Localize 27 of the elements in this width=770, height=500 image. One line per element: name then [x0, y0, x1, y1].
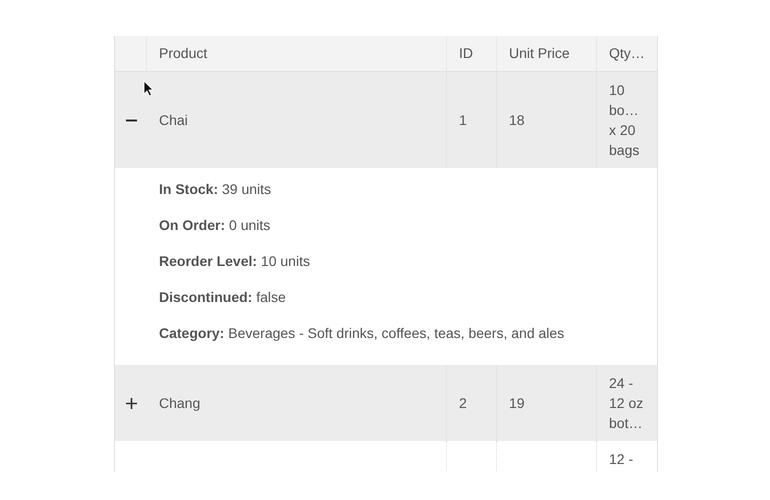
table-cell-text: bags: [609, 141, 640, 160]
table-cell-text: 18: [509, 110, 525, 130]
table-cell-text: 12 oz: [609, 394, 644, 413]
detail-line: Category: Beverages - Soft drinks, coffees, teas, beers, and ales: [159, 324, 566, 343]
detail-line: In Stock: 39 units: [159, 180, 272, 199]
table-cell-text: 12 -: [609, 450, 634, 469]
table-cell-text: Chai: [159, 110, 188, 130]
column-header[interactable]: ID: [459, 43, 473, 64]
table-row[interactable]: Chang 2 19 24 - 12 oz bot…: [115, 365, 657, 441]
table-cell-text: 2: [459, 394, 467, 412]
table-cell-text: 1: [459, 110, 467, 130]
detail-line: On Order: 0 units: [159, 216, 272, 235]
table-cell-text: 19: [509, 394, 525, 412]
detail-line: Discontinued: false: [159, 288, 287, 307]
table-row[interactable]: Chai 1 18 10 bo… x 20 bags: [115, 72, 657, 168]
table-cell-text: bot…: [609, 414, 644, 433]
table-cell-text: 10: [609, 81, 626, 100]
column-header[interactable]: Product: [159, 43, 208, 64]
table-cell-text: Chang: [159, 394, 200, 413]
column-header[interactable]: Qty…: [609, 43, 645, 64]
cursor-icon: [143, 80, 154, 97]
table-cell-text: 24 -: [609, 374, 634, 393]
table-cell-text: x 20: [609, 121, 636, 140]
table-cell-text: bo…: [609, 101, 640, 120]
detail-line: Reorder Level: 10 units: [159, 252, 311, 271]
plus-icon: [126, 398, 136, 408]
column-header[interactable]: Unit Price: [509, 43, 570, 64]
